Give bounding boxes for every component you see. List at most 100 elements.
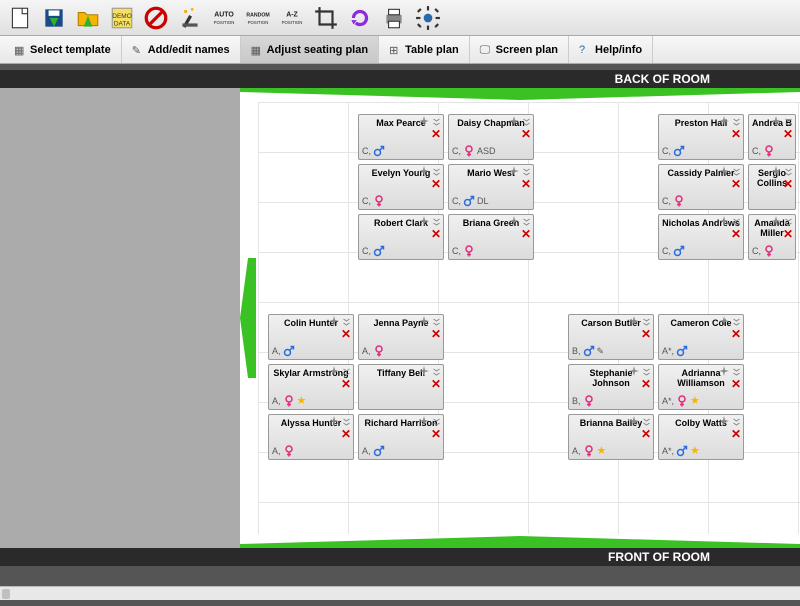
- chevron-icon[interactable]: [341, 367, 352, 377]
- remove-seat-button[interactable]: ✕: [341, 379, 352, 390]
- seat-card[interactable]: ✕Amanda MillerC,: [748, 214, 796, 260]
- drag-handle-icon[interactable]: [419, 416, 429, 426]
- remove-seat-button[interactable]: ✕: [731, 429, 742, 440]
- remove-seat-button[interactable]: ✕: [431, 179, 442, 190]
- drag-handle-icon[interactable]: [771, 216, 781, 226]
- tab-help-info[interactable]: ?Help/info: [569, 36, 653, 63]
- drag-handle-icon[interactable]: [419, 216, 429, 226]
- auto-position-button[interactable]: AUTOPOSITION: [208, 2, 240, 34]
- seat-card[interactable]: ✕Evelyn YoungC,: [358, 164, 444, 210]
- tab-add-edit-names[interactable]: ✎Add/edit names: [122, 36, 241, 63]
- seat-card[interactable]: ✕Alyssa HunterA,: [268, 414, 354, 460]
- remove-seat-button[interactable]: ✕: [641, 379, 652, 390]
- remove-seat-button[interactable]: ✕: [641, 429, 652, 440]
- drag-handle-icon[interactable]: [419, 316, 429, 326]
- chevron-icon[interactable]: [731, 217, 742, 227]
- remove-seat-button[interactable]: ✕: [783, 179, 794, 190]
- seat-card[interactable]: ✕Richard HarrisonA,: [358, 414, 444, 460]
- seat-card[interactable]: ✕Mario WestC,DL: [448, 164, 534, 210]
- chevron-icon[interactable]: [431, 217, 442, 227]
- remove-seat-button[interactable]: ✕: [521, 179, 532, 190]
- drag-handle-icon[interactable]: [771, 116, 781, 126]
- drag-handle-icon[interactable]: [629, 316, 639, 326]
- random-position-button[interactable]: RANDOMPOSITION: [242, 2, 274, 34]
- drag-handle-icon[interactable]: [509, 116, 519, 126]
- chevron-icon[interactable]: [521, 117, 532, 127]
- seat-card[interactable]: ✕Colby WattsA*,★: [658, 414, 744, 460]
- seat-card[interactable]: ✕Skylar ArmstrongA,★: [268, 364, 354, 410]
- tab-screen-plan[interactable]: 🖵Screen plan: [470, 36, 569, 63]
- remove-seat-button[interactable]: ✕: [783, 229, 794, 240]
- chevron-icon[interactable]: [783, 167, 794, 177]
- seat-card[interactable]: ✕Sergio Collins: [748, 164, 796, 210]
- seat-card[interactable]: ✕Max PearceC,: [358, 114, 444, 160]
- seat-card[interactable]: ✕Cameron ColeA*,: [658, 314, 744, 360]
- drag-handle-icon[interactable]: [719, 116, 729, 126]
- magic-wand-button[interactable]: [174, 2, 206, 34]
- seat-card[interactable]: ✕Daisy ChapmanC,ASD: [448, 114, 534, 160]
- remove-seat-button[interactable]: ✕: [431, 229, 442, 240]
- chevron-icon[interactable]: [641, 317, 652, 327]
- rotate-button[interactable]: [344, 2, 376, 34]
- chevron-icon[interactable]: [783, 217, 794, 227]
- chevron-icon[interactable]: [731, 367, 742, 377]
- remove-seat-button[interactable]: ✕: [341, 429, 352, 440]
- seat-card[interactable]: ✕Stephanie JohnsonB,: [568, 364, 654, 410]
- chevron-icon[interactable]: [431, 417, 442, 427]
- drag-handle-icon[interactable]: [419, 166, 429, 176]
- chevron-icon[interactable]: [731, 167, 742, 177]
- drag-handle-icon[interactable]: [719, 366, 729, 376]
- seat-card[interactable]: ✕Adrianna WilliamsonA*,★: [658, 364, 744, 410]
- seat-card[interactable]: ✕Jenna PayneA,: [358, 314, 444, 360]
- remove-seat-button[interactable]: ✕: [521, 229, 532, 240]
- drag-handle-icon[interactable]: [329, 316, 339, 326]
- drag-handle-icon[interactable]: [629, 366, 639, 376]
- crop-button[interactable]: [310, 2, 342, 34]
- drag-handle-icon[interactable]: [419, 366, 429, 376]
- settings-button[interactable]: [412, 2, 444, 34]
- save-button[interactable]: [38, 2, 70, 34]
- chevron-icon[interactable]: [431, 117, 442, 127]
- remove-seat-button[interactable]: ✕: [431, 379, 442, 390]
- chevron-icon[interactable]: [783, 117, 794, 127]
- demo-data-button[interactable]: DEMODATA: [106, 2, 138, 34]
- seat-card[interactable]: ✕Briana GreenC,: [448, 214, 534, 260]
- drag-handle-icon[interactable]: [509, 216, 519, 226]
- drag-handle-icon[interactable]: [509, 166, 519, 176]
- seat-card[interactable]: ✕Colin HunterA,: [268, 314, 354, 360]
- open-folder-button[interactable]: [72, 2, 104, 34]
- tab-select-template[interactable]: ▦Select template: [4, 36, 122, 63]
- remove-seat-button[interactable]: ✕: [341, 329, 352, 340]
- drag-handle-icon[interactable]: [329, 366, 339, 376]
- scrollbar-thumb[interactable]: [2, 589, 10, 599]
- horizontal-scrollbar[interactable]: [0, 586, 800, 600]
- remove-seat-button[interactable]: ✕: [731, 179, 742, 190]
- chevron-icon[interactable]: [341, 317, 352, 327]
- chevron-icon[interactable]: [521, 217, 532, 227]
- seat-card[interactable]: ✕Preston HallC,: [658, 114, 744, 160]
- seat-card[interactable]: ✕Brianna BaileyA,★: [568, 414, 654, 460]
- tab-table-plan[interactable]: ⊞Table plan: [379, 36, 470, 63]
- forbid-button[interactable]: [140, 2, 172, 34]
- drag-handle-icon[interactable]: [329, 416, 339, 426]
- drag-handle-icon[interactable]: [719, 416, 729, 426]
- chevron-icon[interactable]: [731, 317, 742, 327]
- seat-card[interactable]: ✕Cassidy PalmerC,: [658, 164, 744, 210]
- new-file-button[interactable]: [4, 2, 36, 34]
- remove-seat-button[interactable]: ✕: [431, 129, 442, 140]
- drag-handle-icon[interactable]: [419, 116, 429, 126]
- chevron-icon[interactable]: [641, 417, 652, 427]
- az-position-button[interactable]: A-ZPOSITION: [276, 2, 308, 34]
- chevron-icon[interactable]: [341, 417, 352, 427]
- drag-handle-icon[interactable]: [719, 216, 729, 226]
- tab-adjust-seating-plan[interactable]: ▦Adjust seating plan: [241, 36, 379, 63]
- remove-seat-button[interactable]: ✕: [431, 329, 442, 340]
- remove-seat-button[interactable]: ✕: [521, 129, 532, 140]
- remove-seat-button[interactable]: ✕: [783, 129, 794, 140]
- seat-card[interactable]: ✕Tiffany Bell: [358, 364, 444, 410]
- drag-handle-icon[interactable]: [719, 316, 729, 326]
- remove-seat-button[interactable]: ✕: [731, 229, 742, 240]
- chevron-icon[interactable]: [731, 117, 742, 127]
- remove-seat-button[interactable]: ✕: [431, 429, 442, 440]
- remove-seat-button[interactable]: ✕: [641, 329, 652, 340]
